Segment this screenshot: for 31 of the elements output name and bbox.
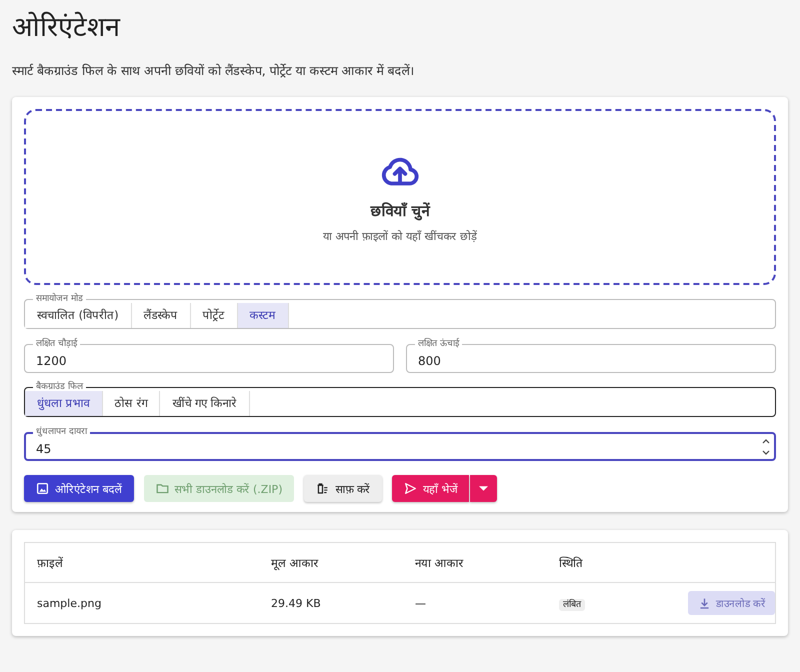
column-header: मूल आकार (271, 556, 319, 570)
mode-option[interactable]: स्वचालित (विपरीत) (25, 303, 132, 328)
field-label: लक्षित ऊंचाई (415, 339, 462, 349)
column-header: नया आकार (415, 556, 464, 570)
original-size: 29.49 KB (271, 596, 321, 610)
field-label: धुंधलापन दायरा (33, 427, 90, 437)
image-icon (36, 482, 49, 495)
field-label: बैकग्राउंड फिल (35, 383, 84, 391)
download-icon (698, 596, 711, 610)
send-button[interactable]: यहाँ भेजें (392, 475, 470, 502)
trash-icon (316, 482, 330, 495)
send-menu-button[interactable] (470, 475, 498, 502)
change-orientation-button[interactable]: ओरिएंटेशन बदलें (24, 475, 134, 502)
status-badge: लंबित (559, 598, 585, 610)
field-label: समायोजन मोड (35, 295, 84, 303)
page-title: ओरिएंटेशन (12, 10, 122, 45)
send-icon (404, 482, 417, 495)
dropzone[interactable]: छवियाँ चुनें या अपनी फ़ाइलों को यहाँ खींचकर छोड़ें (24, 109, 776, 285)
column-header: स्थिति (559, 556, 583, 570)
field-label: लक्षित चौड़ाई (33, 339, 80, 349)
file-name: sample.png (37, 596, 102, 610)
dropzone-title: छवियाँ चुनें (370, 200, 430, 220)
folder-icon (156, 482, 168, 495)
mode-option[interactable]: कस्टम (238, 303, 289, 328)
dropzone-hint: या अपनी फ़ाइलों को यहाँ खींचकर छोड़ें (323, 228, 477, 242)
caret-icon (479, 486, 488, 492)
new-size: — (415, 596, 426, 610)
fill-option[interactable]: धुंधला प्रभाव (25, 391, 103, 416)
column-header: फ़ाइलें (37, 556, 63, 570)
clear-button[interactable]: साफ़ करें (304, 475, 382, 502)
page-subtitle: स्मार्ट बैकग्राउंड फिल के साथ अपनी छवियों को लैंडस्केप, पोर्ट्रेट या कस्टम आकार में बदलें। (12, 62, 416, 79)
